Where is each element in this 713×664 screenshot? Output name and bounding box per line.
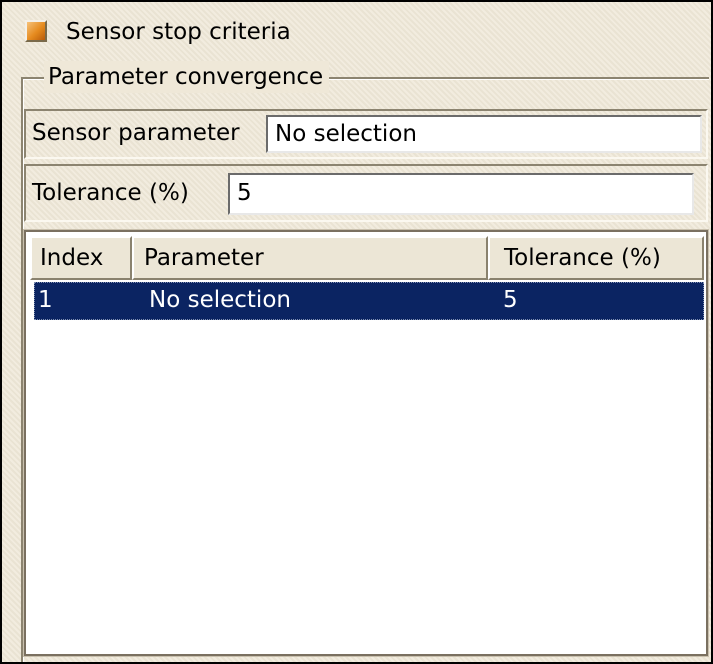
cell-tolerance: 5: [503, 287, 518, 313]
column-header-index[interactable]: Index: [30, 236, 132, 280]
table-header: Index Parameter Tolerance (%): [30, 236, 704, 280]
cell-parameter: No selection: [149, 287, 291, 313]
table-row[interactable]: 1 No selection 5: [34, 282, 704, 320]
parameter-convergence-legend: Parameter convergence: [44, 61, 330, 93]
parameter-table[interactable]: Index Parameter Tolerance (%) 1 No selec…: [23, 229, 709, 657]
sensor-parameter-field[interactable]: No selection: [266, 115, 702, 153]
column-header-tolerance[interactable]: Tolerance (%): [488, 236, 704, 280]
sensor-stop-criteria-label: Sensor stop criteria: [66, 19, 291, 45]
tolerance-row: Tolerance (%) 5: [24, 164, 708, 222]
sensor-parameter-label: Sensor parameter: [32, 120, 240, 146]
sensor-stop-criteria-checkbox[interactable]: [25, 20, 47, 42]
column-header-parameter[interactable]: Parameter: [132, 236, 488, 280]
tolerance-label: Tolerance (%): [32, 180, 189, 206]
sensor-parameter-row: Sensor parameter No selection: [24, 109, 708, 159]
cell-index: 1: [38, 287, 53, 313]
tolerance-input[interactable]: 5: [228, 173, 694, 215]
